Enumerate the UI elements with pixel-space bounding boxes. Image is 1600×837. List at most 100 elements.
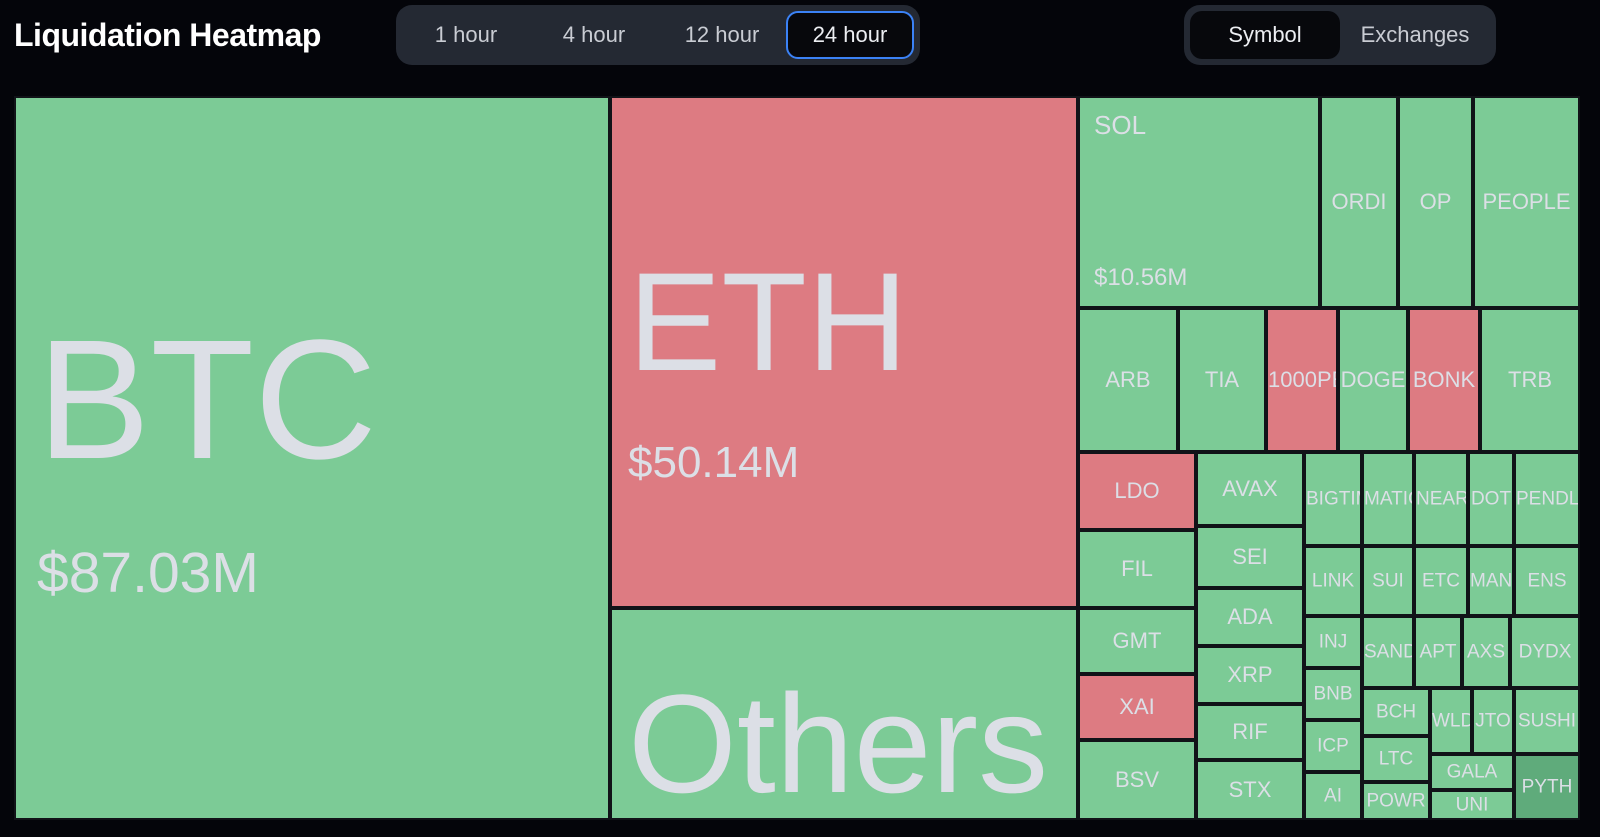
treemap-tile-doge[interactable]: DOGE <box>1338 308 1408 452</box>
treemap-tile-xai[interactable]: XAI <box>1078 674 1196 740</box>
tile-symbol-label: PYTH <box>1521 776 1573 798</box>
treemap-tile-sushi[interactable]: SUSHI <box>1514 688 1580 754</box>
tile-symbol-label: GALA <box>1446 761 1498 783</box>
treemap-tile-wld[interactable]: WLD <box>1430 688 1472 754</box>
treemap-tile-bigtime[interactable]: BIGTIME <box>1304 452 1362 546</box>
treemap-tile-avax[interactable]: AVAX <box>1196 452 1304 526</box>
tile-symbol-label: AI <box>1324 785 1342 807</box>
treemap-tile-sand[interactable]: SAND <box>1362 616 1414 688</box>
tile-symbol-label: JTO <box>1475 710 1511 732</box>
tile-symbol-label: BSV <box>1114 767 1160 792</box>
treemap-tile-powr[interactable]: POWR <box>1362 782 1430 820</box>
tile-symbol-label: PENDLE <box>1516 488 1580 510</box>
treemap-tile-ltc[interactable]: LTC <box>1362 736 1430 782</box>
tile-symbol-label: ETH <box>628 243 908 400</box>
treemap-tile-xrp[interactable]: XRP <box>1196 646 1304 704</box>
treemap-tile-bsv[interactable]: BSV <box>1078 740 1196 820</box>
mode-pill-symbol[interactable]: Symbol <box>1190 11 1340 59</box>
tile-symbol-label: ADA <box>1227 604 1273 629</box>
tile-symbol-label: STX <box>1228 777 1272 802</box>
treemap-tile-matic[interactable]: MATIC <box>1362 452 1414 546</box>
treemap-tile-apt[interactable]: APT <box>1414 616 1462 688</box>
treemap-tile-ai[interactable]: AI <box>1304 772 1362 820</box>
treemap-tile-op[interactable]: OP <box>1398 96 1473 308</box>
treemap-chart: BTC $87.03M ETH $50.14M Others$18.73M SOL $10.… <box>0 82 1600 837</box>
tile-symbol-label: GMT <box>1112 628 1162 653</box>
treemap-tile-gmt[interactable]: GMT <box>1078 608 1196 674</box>
treemap-tile-btc[interactable]: BTC $87.03M <box>14 96 610 820</box>
tile-symbol-label: 1000PEPE <box>1268 367 1336 392</box>
treemap-tile-trb[interactable]: TRB <box>1480 308 1580 452</box>
treemap-tile-1000pepe[interactable]: 1000PEPE <box>1266 308 1338 452</box>
tile-symbol-label: BONK <box>1412 367 1476 392</box>
treemap-tile-axs[interactable]: AXS <box>1462 616 1510 688</box>
tile-symbol-label: UNI <box>1455 794 1489 816</box>
treemap-tile-fil[interactable]: FIL <box>1078 530 1196 608</box>
treemap-tile-arb[interactable]: ARB <box>1078 308 1178 452</box>
treemap-tile-bonk[interactable]: BONK <box>1408 308 1480 452</box>
tile-symbol-label: Others <box>628 665 1049 820</box>
treemap-tile-ens[interactable]: ENS <box>1514 546 1580 616</box>
tile-symbol-label: BIGTIME <box>1306 488 1360 510</box>
treemap-tile-rif[interactable]: RIF <box>1196 704 1304 760</box>
tile-symbol-label: POWR <box>1366 790 1426 812</box>
tile-symbol-label: DOGE <box>1340 367 1406 392</box>
treemap-tile-dot[interactable]: DOT <box>1468 452 1514 546</box>
treemap-tile-others[interactable]: Others$18.73M <box>610 608 1078 820</box>
treemap-tile-pendle[interactable]: PENDLE <box>1514 452 1580 546</box>
treemap-tile-sei[interactable]: SEI <box>1196 526 1304 588</box>
tile-symbol-label: LDO <box>1114 478 1160 503</box>
tile-symbol-label: ENS <box>1527 570 1567 592</box>
liquidation-heatmap-app: Liquidation Heatmap 1 hour 4 hour 12 hour 2… <box>0 0 1600 837</box>
treemap-tile-gala[interactable]: GALA <box>1430 754 1514 790</box>
tile-symbol-label: ARB <box>1105 367 1151 392</box>
treemap-tile-jto[interactable]: JTO <box>1472 688 1514 754</box>
tile-symbol-label: SOL <box>1094 110 1147 140</box>
timeframe-tab-24-hour[interactable]: 24 hour <box>786 11 914 59</box>
tile-symbol-label: TIA <box>1204 367 1240 392</box>
treemap-tile-dydx[interactable]: DYDX <box>1510 616 1580 688</box>
treemap-tile-manta[interactable]: MANTA <box>1468 546 1514 616</box>
tile-symbol-label: NEAR <box>1416 488 1468 510</box>
treemap-tile-sol[interactable]: SOL $10.56M <box>1078 96 1320 308</box>
treemap-tile-bch[interactable]: BCH <box>1362 688 1430 736</box>
treemap-tile-people[interactable]: PEOPLE <box>1473 96 1580 308</box>
timeframe-tab-12-hour[interactable]: 12 hour <box>658 11 786 59</box>
treemap-tile-ada[interactable]: ADA <box>1196 588 1304 646</box>
tile-symbol-label: PEOPLE <box>1482 189 1571 214</box>
tile-symbol-label: LTC <box>1378 748 1414 770</box>
tile-symbol-label: ETC <box>1422 570 1460 592</box>
tile-symbol-label: INJ <box>1318 631 1348 653</box>
tile-symbol-label: WLD <box>1432 710 1472 732</box>
treemap-tile-link[interactable]: LINK <box>1304 546 1362 616</box>
tile-symbol-label: ICP <box>1317 735 1349 757</box>
treemap-tile-near[interactable]: NEAR <box>1414 452 1468 546</box>
treemap-tile-pyth[interactable]: PYTH <box>1514 754 1580 820</box>
tile-symbol-label: OP <box>1419 189 1452 214</box>
tile-symbol-label: SUI <box>1372 570 1404 592</box>
tile-symbol-label: LINK <box>1311 570 1355 592</box>
timeframe-tab-1-hour[interactable]: 1 hour <box>402 11 530 59</box>
page-title: Liquidation Heatmap <box>14 17 321 53</box>
treemap-tile-ordi[interactable]: ORDI <box>1320 96 1398 308</box>
tile-symbol-label: ORDI <box>1331 189 1387 214</box>
tile-value-label: $50.14M <box>628 438 800 487</box>
tile-symbol-label: AVAX <box>1222 476 1278 501</box>
timeframe-tab-group: 1 hour 4 hour 12 hour 24 hour <box>396 5 920 65</box>
treemap-tile-eth[interactable]: ETH $50.14M <box>610 96 1078 608</box>
treemap-tile-tia[interactable]: TIA <box>1178 308 1266 452</box>
treemap-tile-inj[interactable]: INJ <box>1304 616 1362 668</box>
tile-symbol-label: XAI <box>1119 694 1155 719</box>
treemap-tile-icp[interactable]: ICP <box>1304 720 1362 772</box>
mode-pill-exchanges[interactable]: Exchanges <box>1340 11 1490 59</box>
tile-symbol-label: RIF <box>1232 719 1268 744</box>
treemap-tile-uni[interactable]: UNI <box>1430 790 1514 820</box>
treemap-tile-etc[interactable]: ETC <box>1414 546 1468 616</box>
treemap-tile-ldo[interactable]: LDO <box>1078 452 1196 530</box>
treemap-tile-bnb[interactable]: BNB <box>1304 668 1362 720</box>
tile-symbol-label: MANTA <box>1470 570 1513 592</box>
timeframe-tab-4-hour[interactable]: 4 hour <box>530 11 658 59</box>
treemap-tile-stx[interactable]: STX <box>1196 760 1304 820</box>
treemap-tile-sui[interactable]: SUI <box>1362 546 1414 616</box>
tile-symbol-label: DYDX <box>1518 641 1572 663</box>
